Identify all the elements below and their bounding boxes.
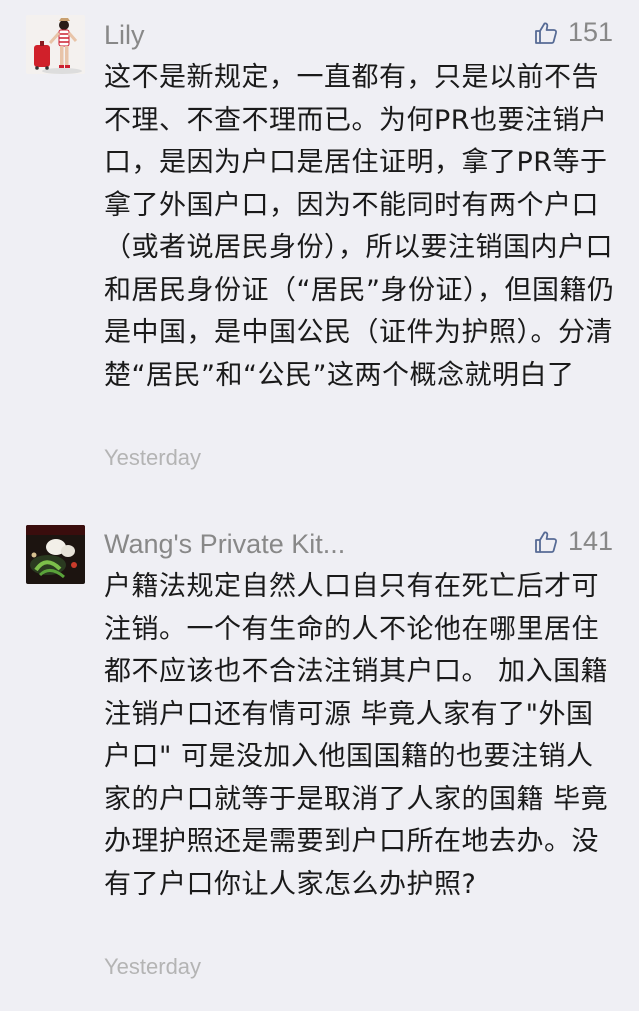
comment-username[interactable]: Wang's Private Kit... (104, 531, 345, 558)
avatar[interactable] (26, 525, 85, 584)
comment-content: 户籍法规定自然人口自只有在死亡后才可注销。一个有生命的人不论他在哪里居住都不应该… (104, 571, 609, 900)
thumbs-up-icon (535, 530, 557, 553)
comment-timestamp: Yesterday (104, 954, 202, 979)
food-plate-avatar-icon (26, 525, 85, 584)
like-count: 151 (567, 17, 613, 47)
avatar[interactable] (26, 15, 85, 74)
comment-timestamp: Yesterday (104, 445, 202, 470)
like-button[interactable]: 151 (534, 19, 613, 46)
like-button[interactable]: 141 (534, 528, 613, 555)
like-count: 141 (567, 526, 613, 556)
comment-username[interactable]: Lily (104, 22, 145, 49)
thumbs-up-icon (535, 21, 557, 44)
traveler-avatar-icon (26, 15, 85, 74)
comment-content: 这不是新规定，一直都有，只是以前不告不理、不查不理而已。为何PR也要注销户口，是… (104, 62, 615, 391)
